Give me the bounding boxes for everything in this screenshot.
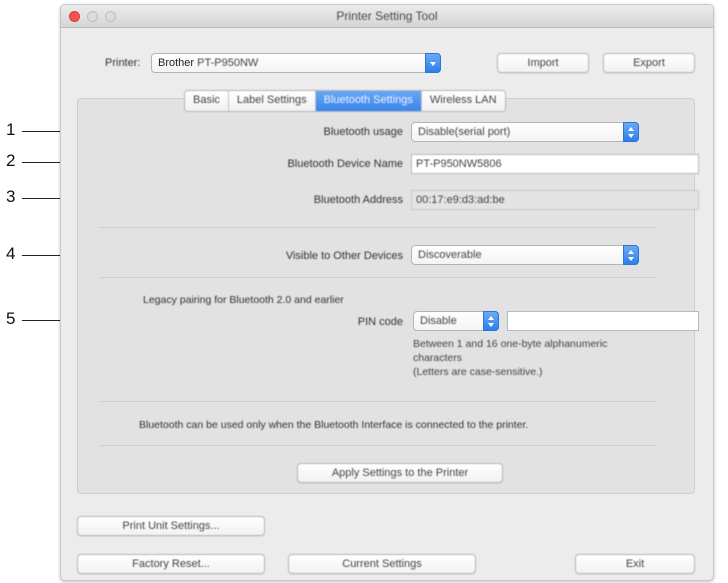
printer-select[interactable]: Brother PT-P950NW — [151, 53, 441, 73]
apply-settings-button[interactable]: Apply Settings to the Printer — [297, 463, 503, 483]
visibility-select[interactable]: Discoverable — [411, 245, 639, 265]
bluetooth-usage-label: Bluetooth usage — [323, 126, 403, 138]
export-button[interactable]: Export — [603, 53, 695, 73]
help-line: characters — [413, 352, 463, 364]
device-name-label: Bluetooth Device Name — [287, 158, 403, 170]
device-name-field[interactable]: PT-P950NW5806 — [411, 154, 699, 174]
tab-basic[interactable]: Basic — [185, 91, 229, 111]
updown-arrows-icon[interactable] — [623, 122, 639, 142]
window-title: Printer Setting Tool — [336, 9, 438, 23]
exit-button[interactable]: Exit — [575, 554, 695, 574]
help-line: Between 1 and 16 one-byte alphanumeric — [413, 338, 608, 350]
tab-bar: Basic Label Settings Bluetooth Settings … — [184, 90, 506, 112]
callout-number: 2 — [6, 151, 16, 170]
bluetooth-usage-value: Disable(serial port) — [418, 126, 511, 138]
import-button[interactable]: Import — [497, 53, 589, 73]
pin-code-help: Between 1 and 16 one-byte alphanumeric c… — [413, 337, 607, 379]
current-settings-button[interactable]: Current Settings — [288, 554, 476, 574]
visibility-value: Discoverable — [418, 249, 482, 261]
divider — [99, 227, 657, 228]
pin-code-label: PIN code — [357, 316, 403, 328]
factory-reset-button[interactable]: Factory Reset... — [77, 554, 265, 574]
callout-number: 3 — [6, 187, 16, 206]
pin-code-select[interactable]: Disable — [413, 311, 499, 331]
divider — [99, 401, 657, 402]
bluetooth-interface-note: Bluetooth can be used only when the Blue… — [139, 419, 529, 431]
callout-number: 5 — [6, 309, 16, 328]
callout-number: 4 — [6, 244, 16, 263]
legacy-pairing-heading: Legacy pairing for Bluetooth 2.0 and ear… — [143, 294, 344, 306]
printer-label: Printer: — [105, 57, 141, 69]
visibility-label: Visible to Other Devices — [285, 250, 403, 262]
print-unit-settings-button[interactable]: Print Unit Settings... — [77, 516, 265, 536]
bluetooth-address-field: 00:17:e9:d3:ad:be — [411, 190, 699, 210]
tab-bluetooth-settings[interactable]: Bluetooth Settings — [315, 91, 422, 111]
tab-label-settings[interactable]: Label Settings — [228, 91, 316, 111]
printer-setting-tool-window: Printer Setting Tool Printer: Brother PT… — [60, 4, 714, 581]
updown-arrows-icon[interactable] — [623, 245, 639, 265]
tab-wireless-lan[interactable]: Wireless LAN — [421, 91, 505, 111]
bluetooth-usage-select[interactable]: Disable(serial port) — [411, 122, 639, 142]
divider — [99, 277, 657, 278]
divider — [99, 445, 657, 446]
chevron-down-icon[interactable] — [425, 53, 441, 73]
pin-code-input[interactable] — [507, 311, 699, 331]
printer-model: PT-P950NW — [197, 57, 259, 69]
printer-brand: Brother — [158, 57, 195, 69]
updown-arrows-icon[interactable] — [483, 311, 499, 331]
title-bar: Printer Setting Tool — [61, 5, 713, 28]
help-line: (Letters are case-sensitive.) — [413, 366, 543, 378]
pin-code-select-value: Disable — [420, 315, 457, 327]
bluetooth-address-label: Bluetooth Address — [313, 194, 403, 206]
callout-number: 1 — [6, 120, 16, 139]
